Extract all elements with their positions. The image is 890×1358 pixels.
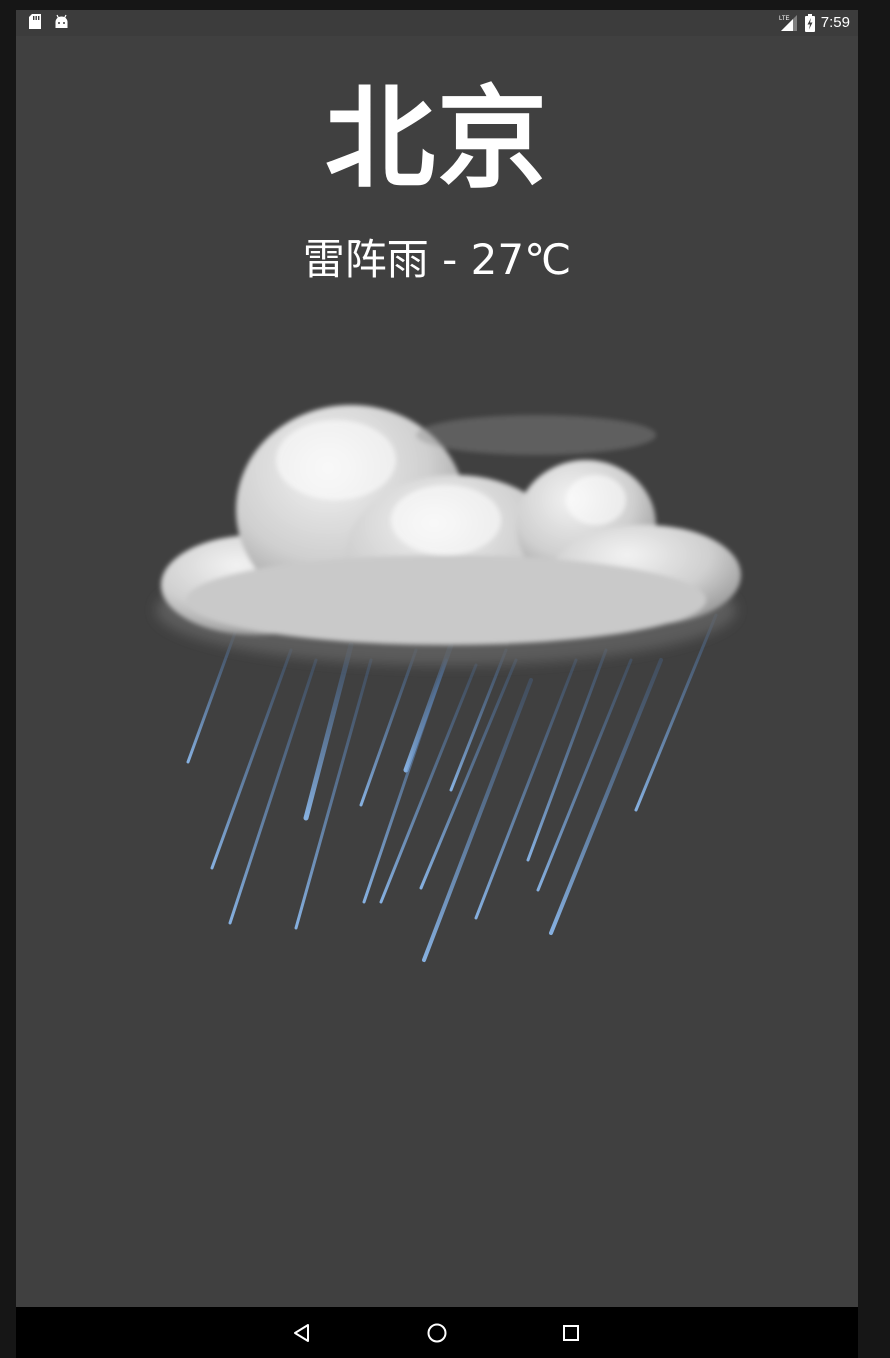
city-title: 北京 (325, 75, 549, 203)
recents-icon[interactable] (555, 1317, 587, 1349)
svg-text:LTE: LTE (779, 16, 790, 22)
temperature: 27℃ (470, 235, 572, 284)
sd-card-icon (28, 14, 42, 30)
home-icon[interactable] (421, 1317, 453, 1349)
weather-condition: 雷阵雨 (302, 235, 429, 284)
app-screen: LTE 7:59 北京 雷阵雨 - 27℃ (16, 10, 858, 1358)
status-left-icons (28, 14, 69, 30)
battery-charging-icon (804, 14, 815, 32)
status-bar: LTE 7:59 (16, 10, 858, 36)
lte-signal-icon: LTE (779, 14, 799, 32)
status-right-icons: LTE 7:59 (779, 13, 850, 33)
summary-separator: - (428, 235, 471, 284)
back-icon[interactable] (286, 1317, 318, 1349)
thunderstorm-rain-cloud-icon (116, 360, 776, 980)
weather-summary: 雷阵雨 - 27℃ (16, 232, 858, 288)
navigation-bar (16, 1307, 858, 1358)
rain-streaks (186, 613, 718, 962)
status-clock: 7:59 (820, 14, 850, 31)
android-icon (54, 14, 69, 30)
